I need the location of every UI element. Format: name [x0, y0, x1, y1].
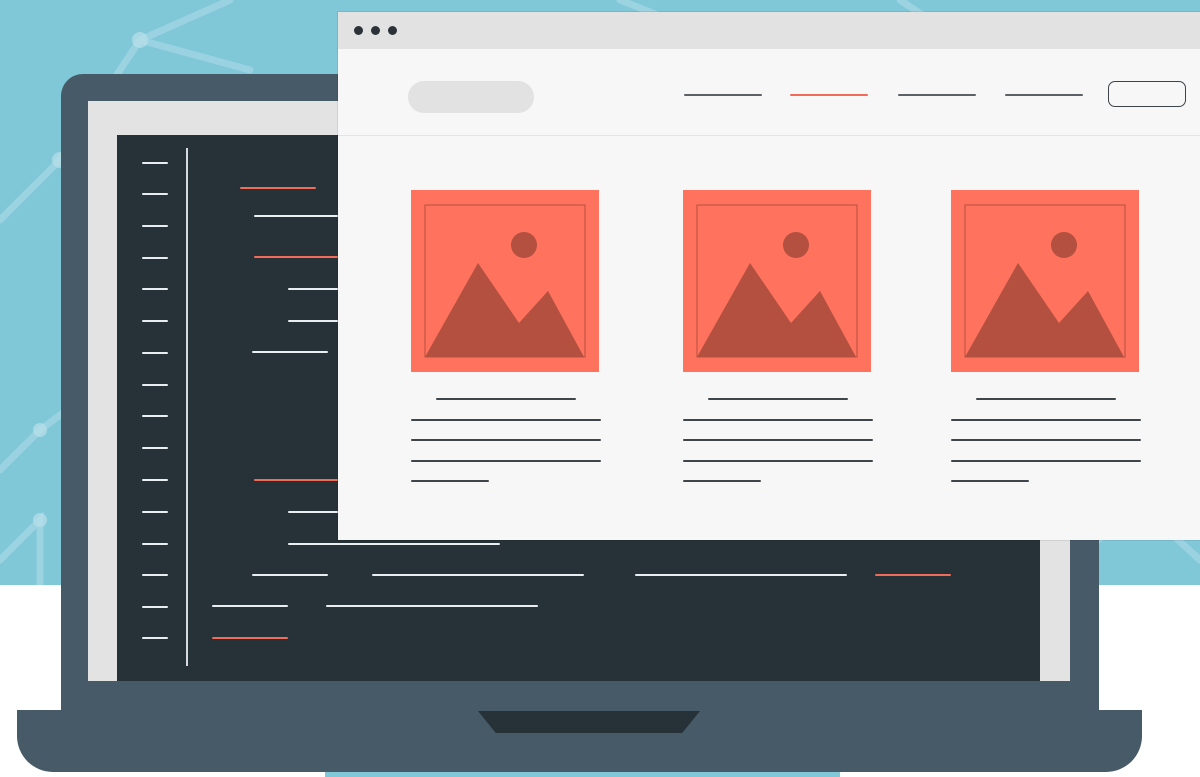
line-number-mark: [142, 415, 168, 417]
line-number-mark: [142, 479, 168, 481]
logo-placeholder[interactable]: [408, 81, 534, 113]
code-line: [212, 637, 288, 639]
line-number-mark: [142, 606, 168, 608]
card-text-line: [951, 480, 1029, 482]
image-placeholder-icon: [683, 190, 871, 372]
laptop-notch: [478, 711, 700, 733]
code-line: [372, 574, 584, 576]
image-placeholder-icon: [951, 190, 1139, 372]
card-text-line: [411, 439, 601, 441]
browser-window: [338, 12, 1200, 540]
code-line: [240, 187, 316, 189]
card-text-line: [411, 419, 601, 421]
code-line: [635, 574, 847, 576]
code-line: [254, 256, 338, 258]
line-number-mark: [142, 352, 168, 354]
code-line: [288, 511, 338, 513]
code-line: [252, 351, 328, 353]
card-text-line: [951, 460, 1141, 462]
line-number-mark: [142, 511, 168, 513]
code-line: [254, 215, 338, 217]
editor-gutter-divider: [186, 148, 188, 666]
line-number-mark: [142, 288, 168, 290]
image-placeholder-icon: [411, 190, 599, 372]
nav-link-2[interactable]: [790, 94, 868, 96]
card-text-line: [951, 419, 1141, 421]
line-number-mark: [142, 574, 168, 576]
line-number-mark: [142, 225, 168, 227]
line-number-mark: [142, 320, 168, 322]
card-text-line: [683, 480, 761, 482]
code-line: [875, 574, 951, 576]
line-number-mark: [142, 384, 168, 386]
code-line: [326, 605, 538, 607]
nav-link-4[interactable]: [1005, 94, 1083, 96]
line-number-mark: [142, 543, 168, 545]
line-number-mark: [142, 257, 168, 259]
line-number-mark: [142, 447, 168, 449]
card-text-line: [411, 480, 489, 482]
dot-icon[interactable]: [354, 26, 363, 35]
browser-titlebar: [338, 12, 1200, 49]
card-text-line: [683, 460, 873, 462]
header-outline-button[interactable]: [1108, 81, 1186, 107]
card-text-line: [683, 439, 873, 441]
line-number-mark: [142, 162, 168, 164]
card-text-line: [976, 398, 1116, 400]
nav-link-1[interactable]: [684, 94, 762, 96]
code-line: [288, 543, 500, 545]
nav-link-3[interactable]: [898, 94, 976, 96]
site-header: [338, 49, 1200, 136]
code-line: [288, 288, 338, 290]
card-text-line: [411, 460, 601, 462]
line-number-mark: [142, 637, 168, 639]
line-number-mark: [142, 193, 168, 195]
code-line: [252, 574, 328, 576]
card-text-line: [951, 439, 1141, 441]
dot-icon[interactable]: [371, 26, 380, 35]
card-text-line: [436, 398, 576, 400]
dot-icon[interactable]: [388, 26, 397, 35]
code-line: [254, 479, 338, 481]
code-line: [288, 320, 338, 322]
card-text-line: [708, 398, 848, 400]
card-text-line: [683, 419, 873, 421]
code-line: [212, 605, 288, 607]
